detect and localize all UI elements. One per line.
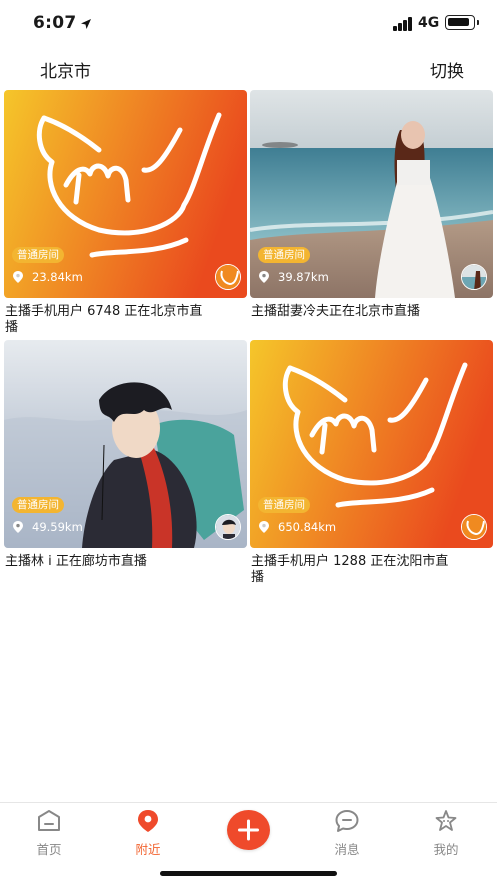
- network-type: 4G: [418, 15, 440, 31]
- anchor-avatar[interactable]: [461, 514, 487, 540]
- publish-button[interactable]: [227, 810, 270, 850]
- tab-label: 我的: [433, 842, 459, 857]
- live-room-card[interactable]: 普通房间 39.87km 主播甜妻冷夫正在北京市直播: [250, 90, 493, 320]
- logo-cover-image: [4, 90, 247, 298]
- distance-info: 49.59km: [13, 520, 83, 534]
- tab-home[interactable]: 首页: [19, 809, 79, 858]
- nearby-icon: [138, 810, 158, 832]
- live-room-card[interactable]: 普通房间 49.59km 主播林 i 正在廊坊市直播: [4, 340, 247, 570]
- location-pin-icon: [259, 521, 269, 533]
- anchor-avatar[interactable]: [461, 264, 487, 290]
- status-bar: 6:07 4G: [0, 0, 497, 48]
- room-caption: 主播手机用户 6748 正在北京市直播: [5, 304, 203, 335]
- tab-nearby[interactable]: 附近: [118, 809, 178, 858]
- tab-label: 首页: [36, 842, 62, 857]
- tab-messages[interactable]: 消息: [317, 809, 377, 858]
- location-pin-icon: [259, 271, 269, 283]
- message-icon: [335, 810, 359, 832]
- logo-cover-image: [250, 340, 493, 548]
- live-room-card[interactable]: 普通房间 23.84km 主播手机用户 6748 正在北京市直播: [4, 90, 247, 336]
- anchor-avatar[interactable]: [215, 514, 241, 540]
- signal-icon: [393, 17, 413, 31]
- current-city: 北京市: [40, 62, 91, 82]
- distance-info: 39.87km: [259, 270, 329, 284]
- room-cover[interactable]: 普通房间 23.84km: [4, 90, 247, 298]
- live-room-card[interactable]: 普通房间 650.84km 主播手机用户 1288 正在沈阳市直播: [250, 340, 493, 586]
- location-arrow-icon: [81, 19, 91, 29]
- tab-label: 附近: [135, 842, 161, 857]
- distance-info: 650.84km: [259, 520, 336, 534]
- distance-text: 49.59km: [32, 520, 83, 534]
- battery-icon: [445, 15, 479, 30]
- room-type-badge: 普通房间: [258, 497, 310, 513]
- distance-text: 39.87km: [278, 270, 329, 284]
- beach-photo-image: [250, 90, 493, 298]
- location-pin-icon: [13, 271, 23, 283]
- distance-text: 650.84km: [278, 520, 337, 534]
- distance-info: 23.84km: [13, 270, 83, 284]
- room-caption: 主播林 i 正在廊坊市直播: [5, 554, 147, 569]
- room-cover[interactable]: 普通房间 49.59km: [4, 340, 247, 548]
- home-indicator: [160, 871, 337, 876]
- anime-boy-illustration-image: [4, 340, 247, 548]
- room-cover[interactable]: 普通房间 650.84km: [250, 340, 493, 548]
- room-type-badge: 普通房间: [12, 497, 64, 513]
- tab-label: 消息: [334, 842, 360, 857]
- room-type-badge: 普通房间: [12, 247, 64, 263]
- room-caption: 主播手机用户 1288 正在沈阳市直播: [251, 554, 449, 585]
- room-type-badge: 普通房间: [258, 247, 310, 263]
- location-pin-icon: [13, 521, 23, 533]
- anchor-avatar[interactable]: [215, 264, 241, 290]
- plus-icon: [238, 819, 259, 841]
- switch-city-button[interactable]: 切换: [430, 57, 464, 82]
- room-caption: 主播甜妻冷夫正在北京市直播: [251, 304, 421, 319]
- home-icon: [38, 810, 60, 831]
- distance-text: 23.84km: [32, 270, 83, 284]
- status-time: 6:07: [33, 13, 77, 33]
- profile-icon: [435, 810, 457, 831]
- room-cover[interactable]: 普通房间 39.87km: [250, 90, 493, 298]
- tab-profile[interactable]: 我的: [416, 809, 476, 858]
